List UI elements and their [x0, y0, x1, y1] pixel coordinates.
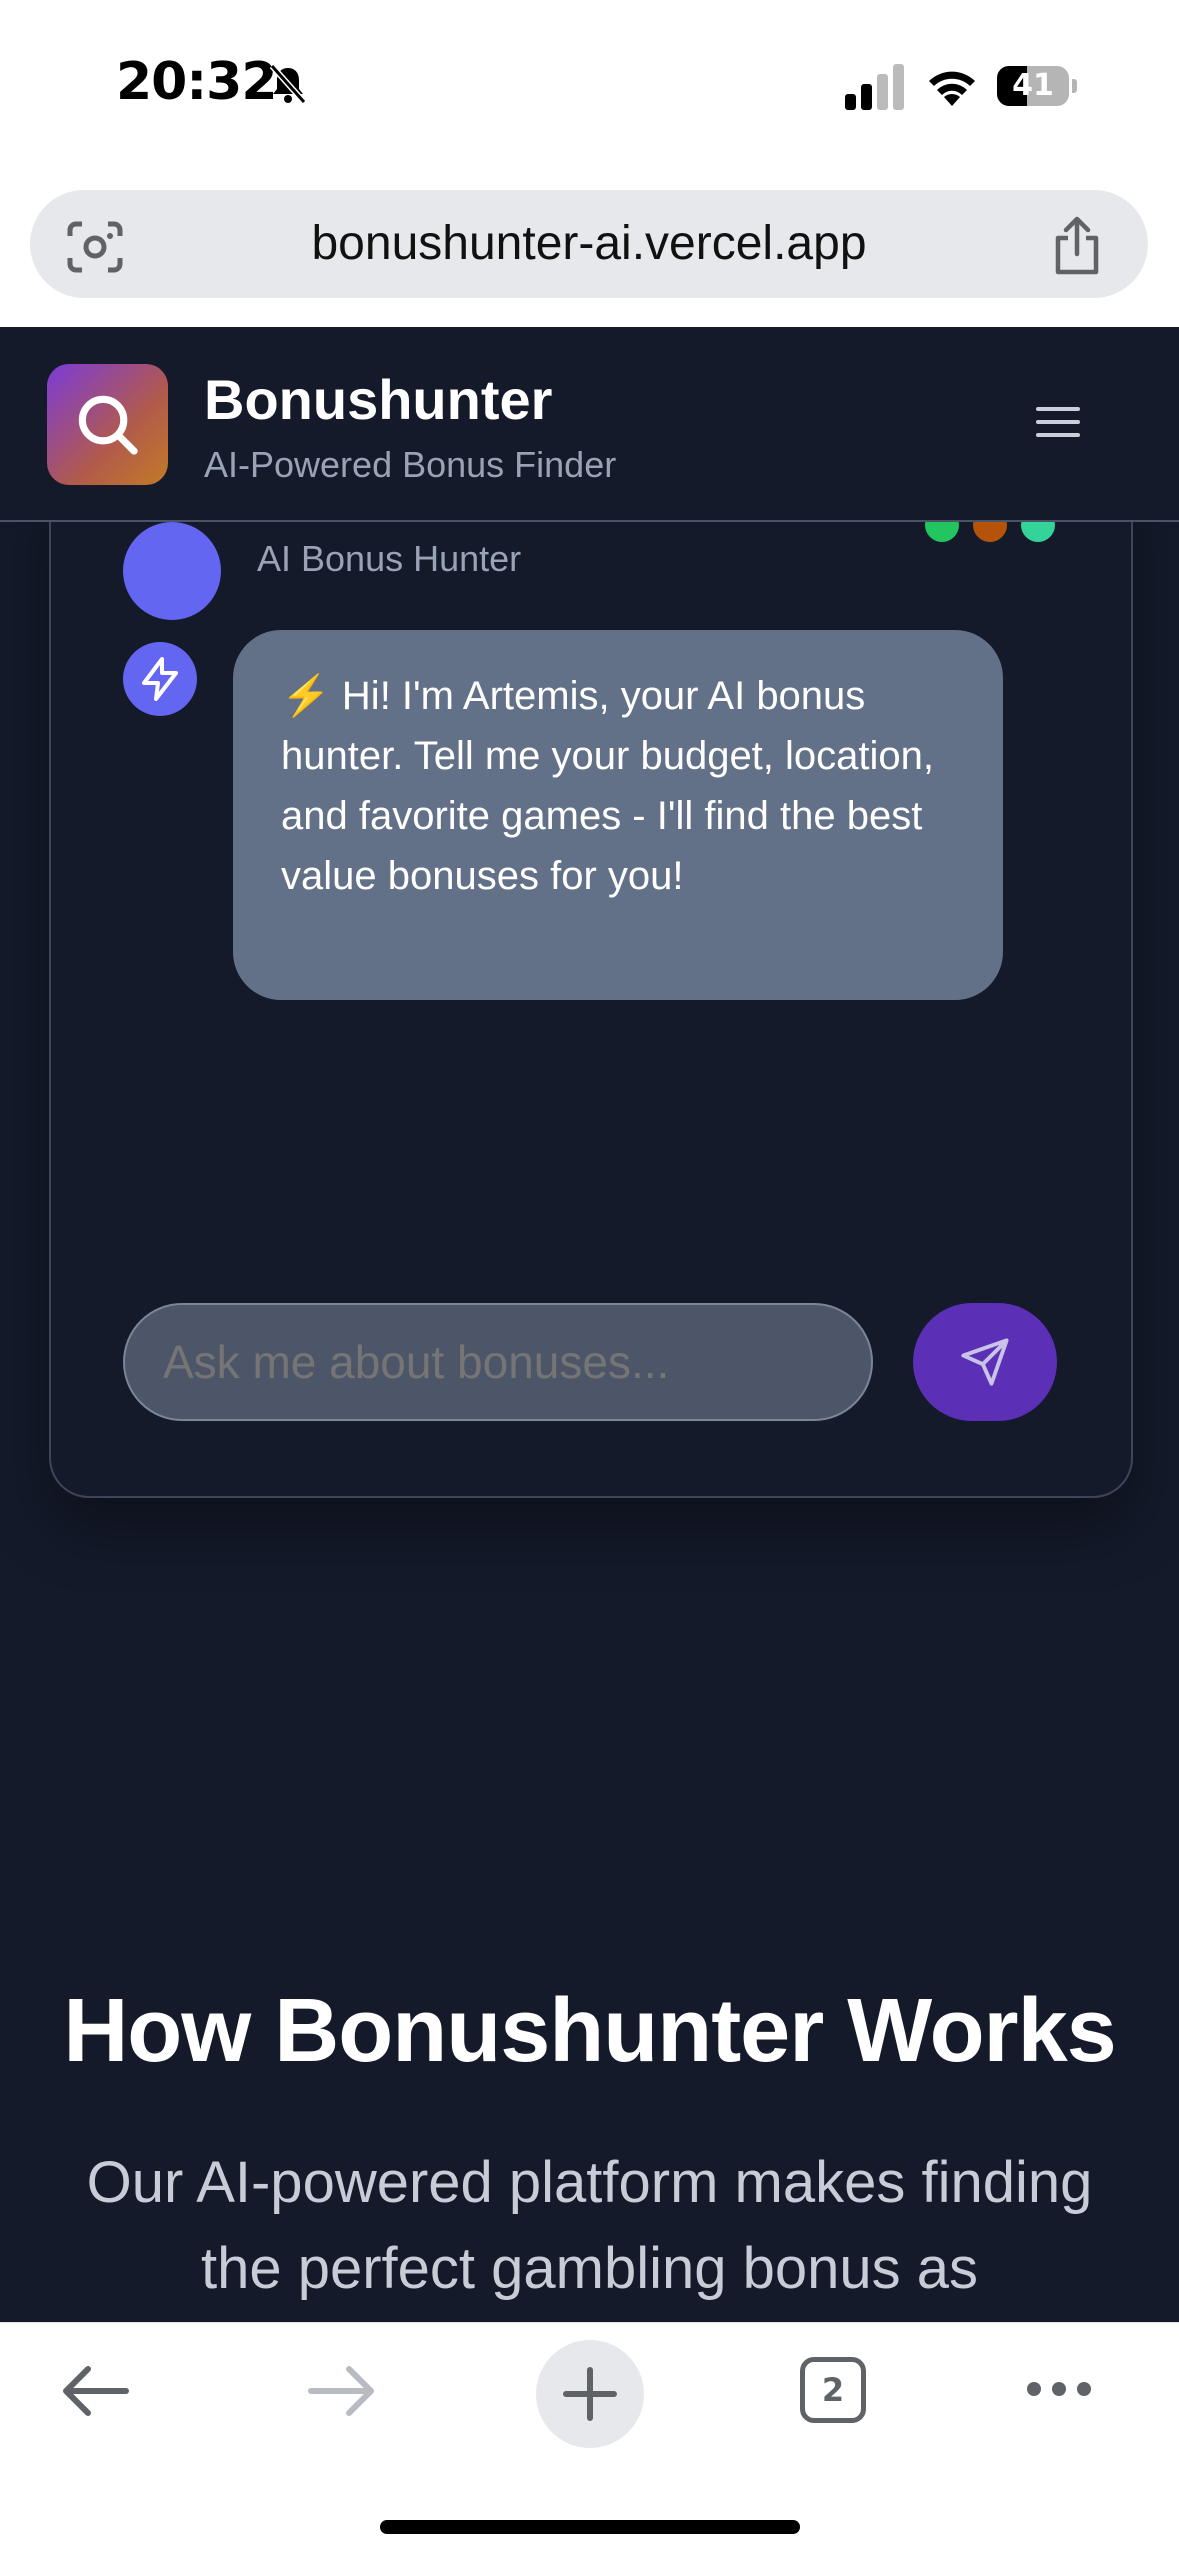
section-description: Our AI-powered platform makes finding th…: [86, 2150, 1093, 2301]
battery-level: 41: [1012, 68, 1054, 103]
forward-arrow-icon[interactable]: [305, 2363, 379, 2419]
hamburger-menu-icon[interactable]: [1036, 407, 1080, 443]
lightning-icon: [142, 657, 178, 701]
browser-url-area: bonushunter-ai.vercel.app: [0, 175, 1179, 327]
assistant-message-bubble: ⚡ Hi! I'm Artemis, your AI bonus hunter.…: [233, 630, 1003, 1000]
search-icon: [78, 395, 138, 455]
logo[interactable]: [47, 364, 168, 485]
section-title: How Bonushunter Works: [63, 1981, 1116, 2081]
silent-bell-icon: [269, 64, 307, 104]
new-tab-button[interactable]: [536, 2340, 644, 2448]
status-time: 20:32: [116, 52, 278, 112]
plus-icon: [563, 2367, 617, 2421]
chat-input[interactable]: [123, 1303, 873, 1421]
home-indicator: [380, 2520, 800, 2534]
share-icon[interactable]: [1050, 216, 1104, 276]
assistant-subtitle: AI Bonus Hunter: [257, 538, 522, 579]
address-bar[interactable]: bonushunter-ai.vercel.app: [30, 190, 1148, 298]
site-header: Bonushunter AI-Powered Bonus Finder: [0, 327, 1179, 522]
back-arrow-icon[interactable]: [58, 2363, 132, 2419]
chat-card: AI Bonus Hunter ⚡ Hi! I'm Artemis, your …: [49, 470, 1133, 1498]
send-button[interactable]: [913, 1303, 1057, 1421]
message-avatar: [123, 642, 197, 716]
status-bar: 20:32 41: [0, 0, 1179, 175]
cellular-signal-icon: [845, 64, 904, 110]
site-title: Bonushunter: [204, 368, 553, 431]
tabs-count-button[interactable]: 2: [800, 2357, 866, 2423]
site-subtitle: AI-Powered Bonus Finder: [204, 444, 617, 485]
wifi-icon: [929, 71, 975, 106]
url-text[interactable]: bonushunter-ai.vercel.app: [30, 190, 1148, 298]
send-icon: [961, 1338, 1009, 1386]
battery-icon: 41: [997, 66, 1077, 106]
more-options-icon[interactable]: [1024, 2379, 1094, 2399]
assistant-avatar: [123, 522, 221, 620]
